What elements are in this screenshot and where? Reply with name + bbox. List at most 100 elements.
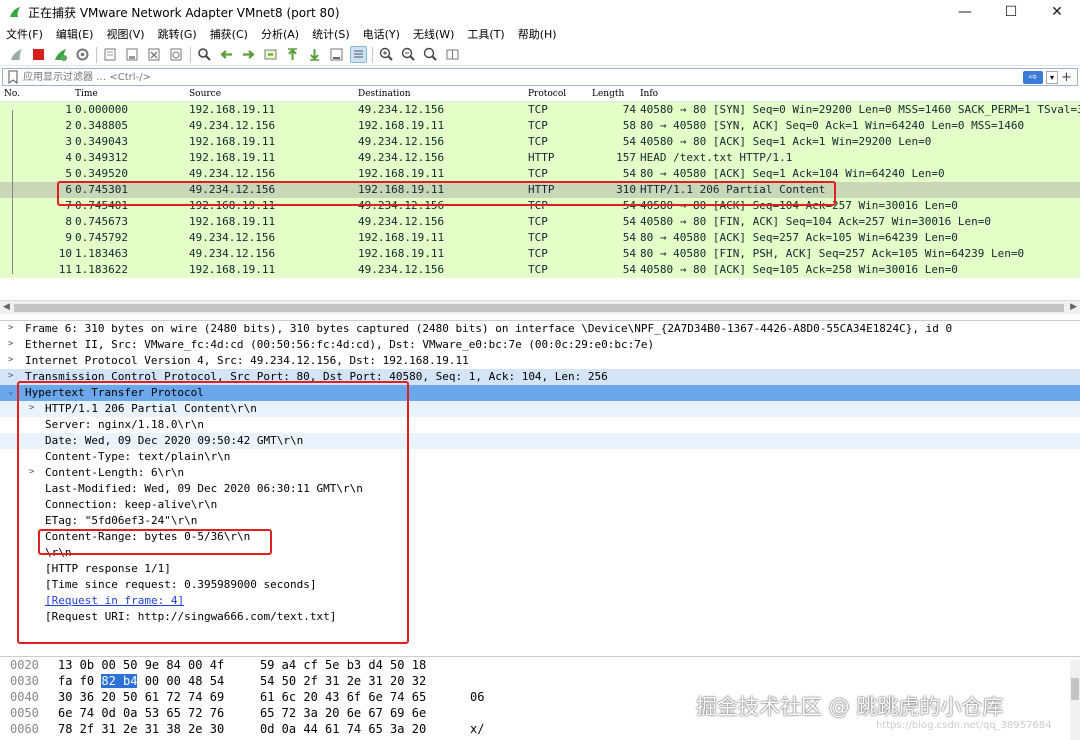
expand-chevron-icon[interactable]: >	[8, 323, 13, 333]
http-request-in-frame[interactable]: [Request in frame: 4]	[0, 593, 1080, 609]
packet-cell-destination: 49.234.12.156	[358, 103, 445, 116]
menu-go[interactable]: 跳转(G)	[158, 26, 197, 42]
expand-chevron-icon[interactable]: >	[8, 339, 13, 349]
collapse-chevron-icon[interactable]: ⌄	[8, 387, 13, 397]
scroll-right-icon[interactable]: ▶	[1070, 302, 1077, 312]
http-crlf[interactable]: \r\n	[0, 545, 1080, 561]
column-source[interactable]: Source	[189, 89, 221, 99]
detail-ethernet[interactable]: > Ethernet II, Src: VMware_fc:4d:cd (00:…	[0, 337, 1080, 353]
hex-row[interactable]: 0030 fa f0 82 b4 00 00 48 54 54 50 2f 31…	[0, 673, 1080, 689]
zoom-normal-icon[interactable]	[422, 46, 439, 63]
column-destination[interactable]: Destination	[358, 89, 411, 99]
shark-fin-start-icon[interactable]	[8, 46, 25, 63]
column-no[interactable]: No.	[4, 89, 20, 99]
scroll-thumb[interactable]	[14, 304, 1064, 312]
stop-square-icon[interactable]	[30, 46, 47, 63]
packet-list-hscrollbar[interactable]: ◀ ▶	[0, 300, 1080, 314]
packet-row[interactable]: 10 1.183463 49.234.12.156 192.168.19.11 TCP 5…	[0, 246, 1080, 262]
menu-tools[interactable]: 工具(T)	[467, 26, 504, 42]
first-packet-icon[interactable]	[284, 46, 301, 63]
column-time[interactable]: Time	[75, 89, 98, 99]
options-gear-icon[interactable]	[74, 46, 91, 63]
expand-chevron-icon[interactable]: >	[8, 355, 13, 365]
menu-capture[interactable]: 捕获(C)	[210, 26, 248, 42]
expand-chevron-icon[interactable]: >	[8, 371, 13, 381]
menu-analyze[interactable]: 分析(A)	[261, 26, 299, 42]
zoom-in-icon[interactable]	[378, 46, 395, 63]
save-file-icon[interactable]	[124, 46, 141, 63]
wireshark-fin-icon	[10, 7, 20, 17]
request-in-frame-link[interactable]: [Request in frame: 4]	[45, 594, 184, 607]
menu-file[interactable]: 文件(F)	[6, 26, 43, 42]
hex-row[interactable]: 0020 13 0b 00 50 9e 84 00 4f 59 a4 cf 5e…	[0, 657, 1080, 673]
packet-row[interactable]: 3 0.349043 192.168.19.11 49.234.12.156 TCP 54…	[0, 134, 1080, 150]
expand-chevron-icon[interactable]: >	[29, 467, 34, 477]
http-connection[interactable]: Connection: keep-alive\r\n	[0, 497, 1080, 513]
back-arrow-icon[interactable]	[218, 46, 235, 63]
autoscroll-icon[interactable]	[328, 46, 345, 63]
scroll-thumb[interactable]	[1071, 678, 1079, 700]
apply-filter-button[interactable]: ⇨	[1023, 70, 1043, 84]
http-etag[interactable]: ETag: "5fd06ef3-24"\r\n	[0, 513, 1080, 529]
minimize-button[interactable]: —	[942, 0, 988, 24]
expand-chevron-icon[interactable]: >	[29, 403, 34, 413]
colorize-icon[interactable]	[350, 46, 367, 63]
http-date[interactable]: Date: Wed, 09 Dec 2020 09:50:42 GMT\r\n	[0, 433, 1080, 449]
http-response-count[interactable]: [HTTP response 1/1]	[0, 561, 1080, 577]
packet-row[interactable]: 11 1.183622 192.168.19.11 49.234.12.156 TCP 5…	[0, 262, 1080, 278]
packet-row[interactable]: 5 0.349520 49.234.12.156 192.168.19.11 TCP 54…	[0, 166, 1080, 182]
reload-icon[interactable]	[168, 46, 185, 63]
http-time-since[interactable]: [Time since request: 0.395989000 seconds…	[0, 577, 1080, 593]
hex-bytes: 65 72 3a 20 6e 67 69 6e	[260, 706, 427, 720]
http-content-range[interactable]: Content-Range: bytes 0-5/36\r\n	[0, 529, 1080, 545]
restart-icon[interactable]	[52, 46, 69, 63]
menu-help[interactable]: 帮助(H)	[518, 26, 557, 42]
packet-row[interactable]: 8 0.745673 192.168.19.11 49.234.12.156 TCP 54…	[0, 214, 1080, 230]
packet-row[interactable]: 4 0.349312 192.168.19.11 49.234.12.156 HTTP 1…	[0, 150, 1080, 166]
close-file-icon[interactable]	[146, 46, 163, 63]
http-content-length[interactable]: > Content-Length: 6\r\n	[0, 465, 1080, 481]
forward-arrow-icon[interactable]	[240, 46, 257, 63]
http-content-type[interactable]: Content-Type: text/plain\r\n	[0, 449, 1080, 465]
packet-cell-no: 5	[65, 167, 72, 180]
detail-http[interactable]: ⌄ Hypertext Transfer Protocol	[0, 385, 1080, 401]
http-request-uri[interactable]: [Request URI: http://singwa666.com/text.…	[0, 609, 1080, 625]
packet-row[interactable]: 9 0.745792 49.234.12.156 192.168.19.11 TCP 54…	[0, 230, 1080, 246]
display-filter-input[interactable]	[23, 69, 1023, 85]
packet-row[interactable]: 7 0.745401 192.168.19.11 49.234.12.156 TCP 54…	[0, 198, 1080, 214]
http-content-length-text: Content-Length: 6\r\n	[45, 466, 185, 479]
add-filter-button[interactable]: +	[1061, 70, 1073, 85]
close-button[interactable]: ✕	[1034, 0, 1080, 24]
last-packet-icon[interactable]	[306, 46, 323, 63]
http-status-line[interactable]: > HTTP/1.1 206 Partial Content\r\n	[0, 401, 1080, 417]
detail-ip[interactable]: > Internet Protocol Version 4, Src: 49.2…	[0, 353, 1080, 369]
menu-edit[interactable]: 编辑(E)	[56, 26, 94, 42]
maximize-button[interactable]: ☐	[988, 0, 1034, 24]
menu-statistics[interactable]: 统计(S)	[312, 26, 350, 42]
http-server-text: Server: nginx/1.18.0\r\n	[45, 418, 204, 431]
scroll-left-icon[interactable]: ◀	[3, 302, 10, 312]
http-last-modified[interactable]: Last-Modified: Wed, 09 Dec 2020 06:30:11…	[0, 481, 1080, 497]
packet-cell-protocol: HTTP	[528, 183, 555, 196]
zoom-out-icon[interactable]	[400, 46, 417, 63]
column-protocol[interactable]: Protocol	[528, 89, 566, 99]
resize-columns-icon[interactable]	[444, 46, 461, 63]
filter-history-dropdown[interactable]: ▾	[1046, 70, 1058, 84]
menu-view[interactable]: 视图(V)	[106, 26, 144, 42]
find-magnifier-icon[interactable]	[196, 46, 213, 63]
filter-bookmark-icon[interactable]	[7, 70, 19, 84]
http-server[interactable]: Server: nginx/1.18.0\r\n	[0, 417, 1080, 433]
goto-packet-icon[interactable]	[262, 46, 279, 63]
bytes-vscrollbar[interactable]	[1070, 660, 1080, 740]
packet-row[interactable]: 2 0.348805 49.234.12.156 192.168.19.11 TCP 58…	[0, 118, 1080, 134]
column-length[interactable]: Length	[592, 89, 624, 99]
detail-tcp[interactable]: > Transmission Control Protocol, Src Por…	[0, 369, 1080, 385]
menu-wireless[interactable]: 无线(W)	[413, 26, 454, 42]
column-info[interactable]: Info	[640, 89, 658, 99]
packet-cell-time: 0.349520	[75, 167, 128, 180]
packet-row[interactable]: 1 0.000000 192.168.19.11 49.234.12.156 TCP 74…	[0, 102, 1080, 118]
open-folder-icon[interactable]	[102, 46, 119, 63]
menu-telephony[interactable]: 电话(Y)	[363, 26, 400, 42]
detail-frame[interactable]: > Frame 6: 310 bytes on wire (2480 bits)…	[0, 321, 1080, 337]
packet-row[interactable]: 6 0.745301 49.234.12.156 192.168.19.11 HTTP 3…	[0, 182, 1080, 198]
